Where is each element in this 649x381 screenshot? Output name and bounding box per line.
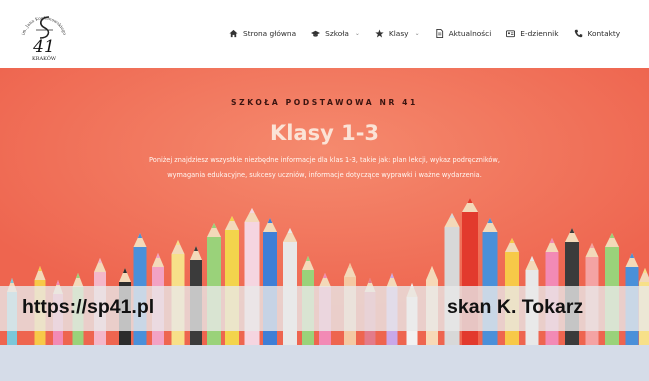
site-header: im. Jana Kochanowskiego 41 KRAKÓW Strona… bbox=[0, 0, 649, 68]
graduation-cap-icon bbox=[311, 29, 321, 38]
school-logo[interactable]: im. Jana Kochanowskiego 41 KRAKÓW bbox=[18, 8, 70, 63]
nav-item-school-label: Szkoła bbox=[325, 29, 349, 38]
phone-icon bbox=[574, 29, 583, 38]
nav-item-news-label: Aktualności bbox=[448, 29, 492, 38]
nav-item-home-label: Strona główna bbox=[243, 29, 297, 38]
watermark-credit: skan K. Tokarz bbox=[447, 296, 584, 318]
nav-item-classes-label: Klasy bbox=[388, 29, 409, 38]
chevron-down-icon: ⌄ bbox=[354, 30, 360, 37]
logo-number: 41 bbox=[32, 37, 55, 57]
school-logo-graphic: im. Jana Kochanowskiego 41 KRAKÓW bbox=[21, 15, 68, 62]
main-navigation: Strona główna Szkoła ⌄ Klasy ⌄ Aktualnoś… bbox=[229, 29, 620, 38]
nav-item-school[interactable]: Szkoła ⌄ bbox=[311, 29, 360, 38]
hero-description: Poniżej znajdziesz wszystkie niezbędne i… bbox=[149, 156, 500, 179]
nav-item-ediary-label: E-dziennik bbox=[520, 29, 559, 38]
hero-title: Klasy 1-3 bbox=[269, 121, 380, 145]
logo-city: KRAKÓW bbox=[32, 54, 57, 62]
document-icon bbox=[435, 29, 444, 38]
watermark-band: https://sp41.pl skan K. Tokarz bbox=[0, 286, 649, 331]
id-card-icon bbox=[506, 29, 516, 38]
nav-item-contact-label: Kontakty bbox=[587, 29, 621, 38]
chevron-down-icon: ⌄ bbox=[414, 30, 420, 37]
watermark-url: https://sp41.pl bbox=[22, 296, 155, 318]
hero-subtitle: SZKOŁA PODSTAWOWA NR 41 bbox=[231, 98, 418, 107]
nav-item-home[interactable]: Strona główna bbox=[229, 29, 296, 38]
nav-item-ediary[interactable]: E-dziennik bbox=[506, 29, 559, 38]
home-icon bbox=[229, 29, 238, 38]
nav-item-classes[interactable]: Klasy ⌄ bbox=[375, 29, 420, 38]
nav-item-contact[interactable]: Kontakty bbox=[574, 29, 621, 38]
nav-item-news[interactable]: Aktualności bbox=[435, 29, 492, 38]
footer-strip bbox=[0, 345, 649, 381]
star-icon bbox=[375, 29, 384, 38]
